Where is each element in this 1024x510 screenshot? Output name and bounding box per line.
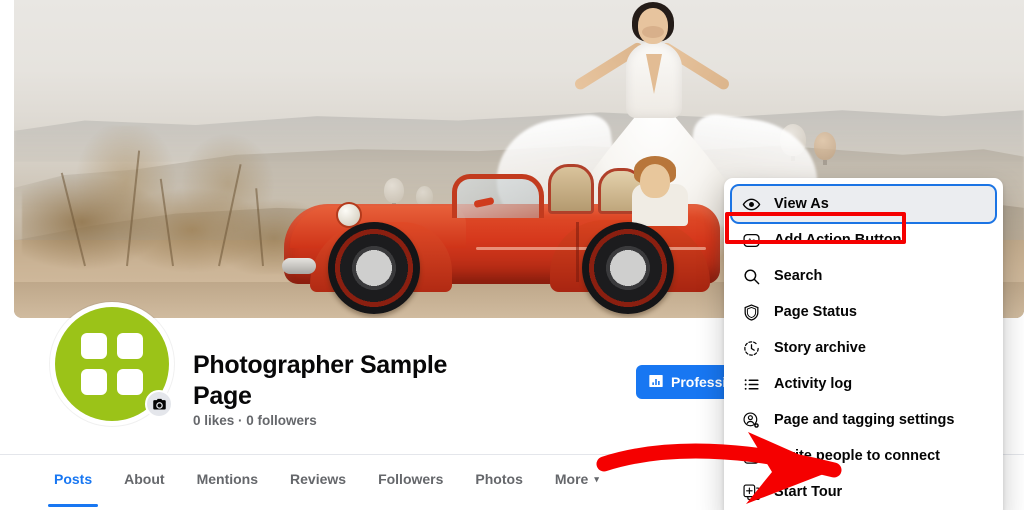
tab-mentions[interactable]: Mentions — [181, 455, 274, 503]
menu-item-invite-people-to-connect[interactable]: Invite people to connect — [732, 438, 995, 474]
clock-archive-icon — [741, 338, 761, 358]
hot-air-balloon — [814, 132, 836, 165]
tab-label: Photos — [475, 471, 523, 487]
tour-cards-icon — [741, 482, 761, 502]
eye-icon — [741, 194, 761, 214]
menu-item-label: Search — [774, 268, 823, 284]
more-options-menu: View As Aa Add Action Button Search Page… — [724, 178, 1003, 510]
page-tab-list: Posts About Mentions Reviews Followers P… — [38, 455, 615, 507]
menu-item-label: Start Tour — [774, 484, 843, 500]
car-door-seam — [576, 222, 579, 282]
menu-item-label: Page Status — [774, 304, 857, 320]
search-icon — [741, 266, 761, 286]
menu-item-page-status[interactable]: Page Status — [732, 294, 995, 330]
menu-item-add-action-button[interactable]: Aa Add Action Button — [732, 222, 995, 258]
person-gear-icon — [741, 410, 761, 430]
menu-item-activity-log[interactable]: Activity log — [732, 366, 995, 402]
add-person-box-icon — [741, 446, 761, 466]
avatar[interactable] — [50, 302, 174, 426]
car-windshield — [452, 174, 544, 218]
page-title: Photographer Sample Page — [193, 351, 448, 410]
svg-text:Aa: Aa — [747, 238, 756, 245]
car-wheel — [582, 222, 674, 314]
tab-label: About — [124, 471, 165, 487]
menu-item-page-and-tagging-settings[interactable]: Page and tagging settings — [732, 402, 995, 438]
menu-item-label: Page and tagging settings — [774, 412, 955, 428]
menu-item-view-as[interactable]: View As — [732, 186, 995, 222]
tab-posts[interactable]: Posts — [38, 455, 108, 507]
grid-squares-logo-icon — [81, 333, 143, 395]
list-icon — [741, 374, 761, 394]
menu-item-start-tour[interactable]: Start Tour — [732, 474, 995, 510]
facebook-page-screen: Photographer Sample Page 0 likes · 0 fol… — [0, 0, 1024, 510]
chevron-down-icon: ▾ — [594, 473, 599, 484]
page-stats: 0 likes · 0 followers — [193, 413, 317, 428]
tab-reviews[interactable]: Reviews — [274, 455, 362, 503]
tab-label: Followers — [378, 471, 444, 487]
red-convertible-car — [276, 150, 728, 314]
menu-item-label: Activity log — [774, 376, 853, 392]
tab-more[interactable]: More ▾ — [539, 455, 615, 503]
tab-photos[interactable]: Photos — [459, 455, 538, 503]
tab-label: Mentions — [196, 471, 259, 487]
bar-chart-icon — [648, 373, 664, 392]
menu-item-label: Invite people to connect — [774, 448, 940, 464]
car-seat — [548, 164, 594, 214]
camera-icon[interactable] — [145, 390, 173, 418]
car-wheel — [328, 222, 420, 314]
car-passenger-head — [640, 164, 670, 198]
car-bumper — [282, 258, 316, 274]
tab-label: More — [554, 471, 589, 487]
tab-about[interactable]: About — [108, 455, 180, 503]
tab-followers[interactable]: Followers — [362, 455, 459, 503]
menu-item-story-archive[interactable]: Story archive — [732, 330, 995, 366]
menu-item-search[interactable]: Search — [732, 258, 995, 294]
bride-face — [642, 26, 664, 38]
action-button-icon: Aa — [741, 230, 761, 250]
tab-label: Posts — [54, 471, 93, 487]
menu-item-label: View As — [774, 196, 829, 212]
menu-item-label: Add Action Button — [774, 232, 902, 248]
menu-item-label: Story archive — [774, 340, 866, 356]
shield-icon — [741, 302, 761, 322]
tab-label: Reviews — [290, 471, 347, 487]
